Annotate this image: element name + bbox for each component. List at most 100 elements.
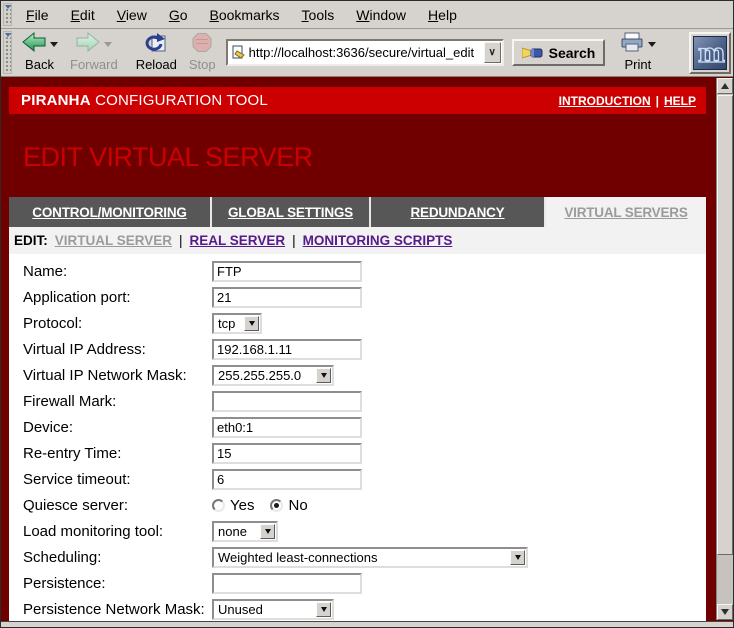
- firewall-mark-row: Firewall Mark:: [11, 388, 706, 414]
- help-link[interactable]: HELP: [664, 94, 696, 108]
- name-label: Name:: [11, 263, 212, 280]
- virtual-ip-label: Virtual IP Address:: [11, 341, 212, 358]
- reentry-time-label: Re-entry Time:: [11, 445, 212, 462]
- svg-text:m: m: [698, 39, 725, 67]
- main-tab-bar: CONTROL/MONITORING GLOBAL SETTINGS REDUN…: [9, 197, 706, 227]
- page-heading: EDIT VIRTUAL SERVER: [9, 114, 706, 197]
- load-monitoring-select[interactable]: none: [212, 521, 278, 542]
- menu-view[interactable]: View: [106, 4, 158, 26]
- quiesce-yes-radio[interactable]: [212, 499, 225, 512]
- scheduling-label: Scheduling:: [11, 549, 212, 566]
- subnav-real-server-link[interactable]: REAL SERVER: [190, 233, 286, 248]
- firewall-mark-input[interactable]: [212, 391, 362, 412]
- subnav-prefix: EDIT:: [14, 233, 48, 248]
- print-icon: [619, 32, 645, 58]
- page-viewport: PIRANHA CONFIGURATION TOOL INTRODUCTION …: [1, 77, 733, 621]
- header-link-separator: |: [656, 94, 659, 108]
- virtual-ip-row: Virtual IP Address:: [11, 336, 706, 362]
- reentry-time-row: Re-entry Time:: [11, 440, 706, 466]
- quiesce-server-label: Quiesce server:: [11, 497, 212, 514]
- quiesce-no-label: No: [288, 497, 307, 514]
- piranha-page: PIRANHA CONFIGURATION TOOL INTRODUCTION …: [9, 87, 706, 621]
- throbber-button[interactable]: m: [689, 32, 731, 74]
- virtual-ip-input[interactable]: [212, 339, 362, 360]
- protocol-label: Protocol:: [11, 315, 212, 332]
- protocol-select[interactable]: tcp: [212, 313, 262, 334]
- scheduling-select[interactable]: Weighted least-connections: [212, 547, 528, 568]
- toolbar-grippy[interactable]: [3, 31, 12, 74]
- quiesce-yes-label: Yes: [230, 497, 254, 514]
- menu-file[interactable]: File: [15, 4, 60, 26]
- url-input[interactable]: [249, 45, 484, 60]
- service-timeout-input[interactable]: [212, 469, 362, 490]
- menu-edit[interactable]: Edit: [60, 4, 106, 26]
- menu-bar: File Edit View Go Bookmarks Tools Window…: [1, 1, 733, 29]
- tab-control-monitoring[interactable]: CONTROL/MONITORING: [9, 197, 210, 227]
- virtual-ip-mask-select[interactable]: 255.255.255.0: [212, 365, 334, 386]
- virtual-ip-mask-label: Virtual IP Network Mask:: [11, 367, 212, 384]
- search-icon: [522, 45, 544, 61]
- introduction-link[interactable]: INTRODUCTION: [559, 94, 651, 108]
- application-port-label: Application port:: [11, 289, 212, 306]
- reload-icon: [144, 31, 168, 59]
- firewall-mark-label: Firewall Mark:: [11, 393, 212, 410]
- forward-history-caret[interactable]: [104, 42, 112, 47]
- subnav-monitoring-scripts-link[interactable]: MONITORING SCRIPTS: [303, 233, 453, 248]
- page-proxy-icon[interactable]: [231, 45, 246, 60]
- scrollbar-thumb[interactable]: [717, 95, 733, 555]
- stop-button[interactable]: Stop: [183, 31, 222, 75]
- persistence-label: Persistence:: [11, 575, 212, 592]
- load-monitoring-row: Load monitoring tool: none: [11, 518, 706, 544]
- forward-button[interactable]: Forward: [64, 31, 124, 75]
- scroll-up-button[interactable]: [717, 78, 733, 94]
- scroll-down-button[interactable]: [717, 604, 733, 620]
- url-history-dropdown[interactable]: [484, 42, 501, 63]
- menu-go[interactable]: Go: [158, 4, 199, 26]
- menu-tools[interactable]: Tools: [291, 4, 346, 26]
- dropdown-arrow-icon: [316, 368, 331, 383]
- up-arrow-icon: [721, 83, 729, 89]
- menubar-grippy[interactable]: [3, 3, 12, 26]
- down-arrow-icon: [721, 609, 729, 615]
- back-icon: [21, 31, 47, 59]
- reentry-time-input[interactable]: [212, 443, 362, 464]
- persistence-input[interactable]: [212, 573, 362, 594]
- virtual-server-form: Name: Application port: Protocol: tcp: [9, 254, 706, 621]
- device-label: Device:: [11, 419, 212, 436]
- quiesce-no-radio[interactable]: [270, 499, 283, 512]
- load-monitoring-label: Load monitoring tool:: [11, 523, 212, 540]
- subnav-virtual-server-current: VIRTUAL SERVER: [55, 233, 172, 248]
- tab-virtual-servers[interactable]: VIRTUAL SERVERS: [544, 197, 706, 227]
- piranha-header-bar: PIRANHA CONFIGURATION TOOL INTRODUCTION …: [9, 87, 706, 114]
- persistence-mask-label: Persistence Network Mask:: [11, 601, 212, 618]
- vertical-scrollbar[interactable]: [716, 78, 733, 620]
- search-button[interactable]: Search: [512, 39, 606, 66]
- tab-redundancy[interactable]: REDUNDANCY: [369, 197, 544, 227]
- menu-window[interactable]: Window: [345, 4, 417, 26]
- persistence-row: Persistence:: [11, 570, 706, 596]
- name-row: Name:: [11, 258, 706, 284]
- protocol-row: Protocol: tcp: [11, 310, 706, 336]
- name-input[interactable]: [212, 261, 362, 282]
- back-button[interactable]: Back: [15, 31, 64, 75]
- persistence-mask-row: Persistence Network Mask: Unused: [11, 596, 706, 621]
- service-timeout-row: Service timeout:: [11, 466, 706, 492]
- persistence-mask-select[interactable]: Unused: [212, 599, 334, 620]
- reload-button[interactable]: Reload: [130, 31, 183, 75]
- dropdown-arrow-icon: [244, 316, 259, 331]
- url-bar[interactable]: [226, 39, 504, 66]
- mozilla-logo-icon: m: [693, 36, 727, 70]
- device-row: Device:: [11, 414, 706, 440]
- print-options-caret[interactable]: [648, 42, 656, 47]
- dropdown-arrow-icon: [316, 602, 331, 617]
- application-port-input[interactable]: [212, 287, 362, 308]
- browser-window: File Edit View Go Bookmarks Tools Window…: [0, 0, 734, 628]
- navigation-toolbar: Back Forward: [1, 29, 733, 77]
- dropdown-arrow-icon: [510, 550, 525, 565]
- menu-bookmarks[interactable]: Bookmarks: [199, 4, 291, 26]
- back-history-caret[interactable]: [50, 42, 58, 47]
- print-button[interactable]: Print: [613, 31, 662, 75]
- tab-global-settings[interactable]: GLOBAL SETTINGS: [210, 197, 369, 227]
- menu-help[interactable]: Help: [417, 4, 468, 26]
- device-input[interactable]: [212, 417, 362, 438]
